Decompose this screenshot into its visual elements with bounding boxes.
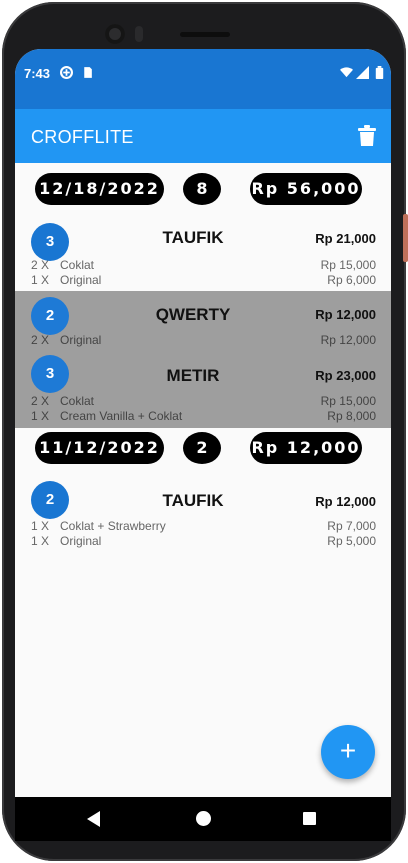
app-title: CROFFLITE xyxy=(31,127,134,147)
order-item: 2 X Original Rp 12,000 xyxy=(31,333,376,348)
order-count-pill: 2 xyxy=(183,432,221,464)
sensor-icon xyxy=(135,26,143,42)
order-count-pill: 8 xyxy=(183,173,221,205)
status-time: 7:43 xyxy=(24,66,51,81)
battery-icon xyxy=(375,66,384,79)
back-icon[interactable] xyxy=(87,811,100,827)
customer-name: METIR xyxy=(166,366,220,385)
wifi-icon xyxy=(340,67,353,78)
orders-list[interactable]: 12/18/2022 8 Rp 56,000 3 TAUFIK Rp 21,00… xyxy=(15,163,391,797)
item-qty: 1 X xyxy=(31,519,50,533)
order-item: 1 X Cream Vanilla + Coklat Rp 8,000 xyxy=(31,409,376,424)
item-price: Rp 12,000 xyxy=(320,333,376,347)
item-name: Original xyxy=(60,333,102,347)
sim-card-icon xyxy=(84,67,92,78)
order-item: 2 X Coklat Rp 15,000 xyxy=(31,258,376,273)
speaker-grille xyxy=(180,32,230,37)
item-qty: 2 X xyxy=(31,333,50,347)
order-total: Rp 12,000 xyxy=(315,494,376,509)
order-card-selected[interactable]: 2 QWERTY Rp 12,000 2 X Original Rp 12,00… xyxy=(15,291,391,352)
app-bar: CROFFLITE xyxy=(15,109,391,163)
customer-name: QWERTY xyxy=(155,305,231,324)
quantity-badge: 3 xyxy=(31,223,69,261)
quantity-badge: 3 xyxy=(31,355,69,393)
order-item: 1 X Original Rp 5,000 xyxy=(31,534,376,549)
order-total: Rp 12,000 xyxy=(315,307,376,322)
order-item: 1 X Original Rp 6,000 xyxy=(31,273,376,288)
date-pill: 11/12/2022 xyxy=(35,432,164,464)
item-qty: 2 X xyxy=(31,394,50,408)
item-qty: 1 X xyxy=(31,273,50,287)
item-price: Rp 8,000 xyxy=(327,409,376,423)
day-total-pill: Rp 12,000 xyxy=(250,432,362,464)
quantity-badge: 2 xyxy=(31,297,69,335)
signal-icon xyxy=(356,66,369,79)
recents-icon[interactable] xyxy=(303,812,316,825)
item-price: Rp 15,000 xyxy=(320,258,376,272)
item-price: Rp 15,000 xyxy=(320,394,376,408)
item-name: Original xyxy=(60,273,102,287)
order-total: Rp 21,000 xyxy=(315,231,376,246)
customer-name: TAUFIK xyxy=(162,491,224,510)
order-item: 1 X Coklat + Strawberry Rp 7,000 xyxy=(31,519,376,534)
item-price: Rp 7,000 xyxy=(327,519,376,533)
side-button xyxy=(403,214,408,262)
home-icon[interactable] xyxy=(196,811,211,826)
trash-icon[interactable] xyxy=(357,125,377,147)
data-saver-icon xyxy=(60,66,73,79)
screen: 7:43 CROFFLITE 12/18/2022 8 Rp 56,000 3 … xyxy=(15,49,391,797)
item-name: Cream Vanilla + Coklat xyxy=(60,409,183,423)
day-summary: 12/18/2022 8 Rp 56,000 xyxy=(15,163,391,213)
order-item: 2 X Coklat Rp 15,000 xyxy=(31,394,376,409)
item-qty: 2 X xyxy=(31,258,50,272)
order-total: Rp 23,000 xyxy=(315,368,376,383)
camera-icon xyxy=(105,24,125,44)
item-price: Rp 6,000 xyxy=(327,273,376,287)
order-card[interactable]: 2 TAUFIK Rp 12,000 1 X Coklat + Strawber… xyxy=(15,478,391,558)
item-qty: 1 X xyxy=(31,409,50,423)
date-pill: 12/18/2022 xyxy=(35,173,164,205)
item-name: Coklat xyxy=(60,258,95,272)
day-total-pill: Rp 56,000 xyxy=(250,173,362,205)
item-name: Coklat + Strawberry xyxy=(60,519,166,533)
quantity-badge: 2 xyxy=(31,481,69,519)
day-summary: 11/12/2022 2 Rp 12,000 xyxy=(15,428,391,478)
item-qty: 1 X xyxy=(31,534,50,548)
plus-icon: + xyxy=(339,735,357,766)
item-price: Rp 5,000 xyxy=(327,534,376,548)
item-name: Coklat xyxy=(60,394,95,408)
order-card[interactable]: 3 TAUFIK Rp 21,000 2 X Coklat Rp 15,000 … xyxy=(15,213,391,291)
item-name: Original xyxy=(60,534,102,548)
add-order-button[interactable]: + xyxy=(321,725,375,779)
navigation-bar xyxy=(15,797,391,841)
status-bar: 7:43 xyxy=(15,49,391,109)
order-card-selected[interactable]: 3 METIR Rp 23,000 2 X Coklat Rp 15,000 1… xyxy=(15,352,391,428)
customer-name: TAUFIK xyxy=(162,228,224,247)
